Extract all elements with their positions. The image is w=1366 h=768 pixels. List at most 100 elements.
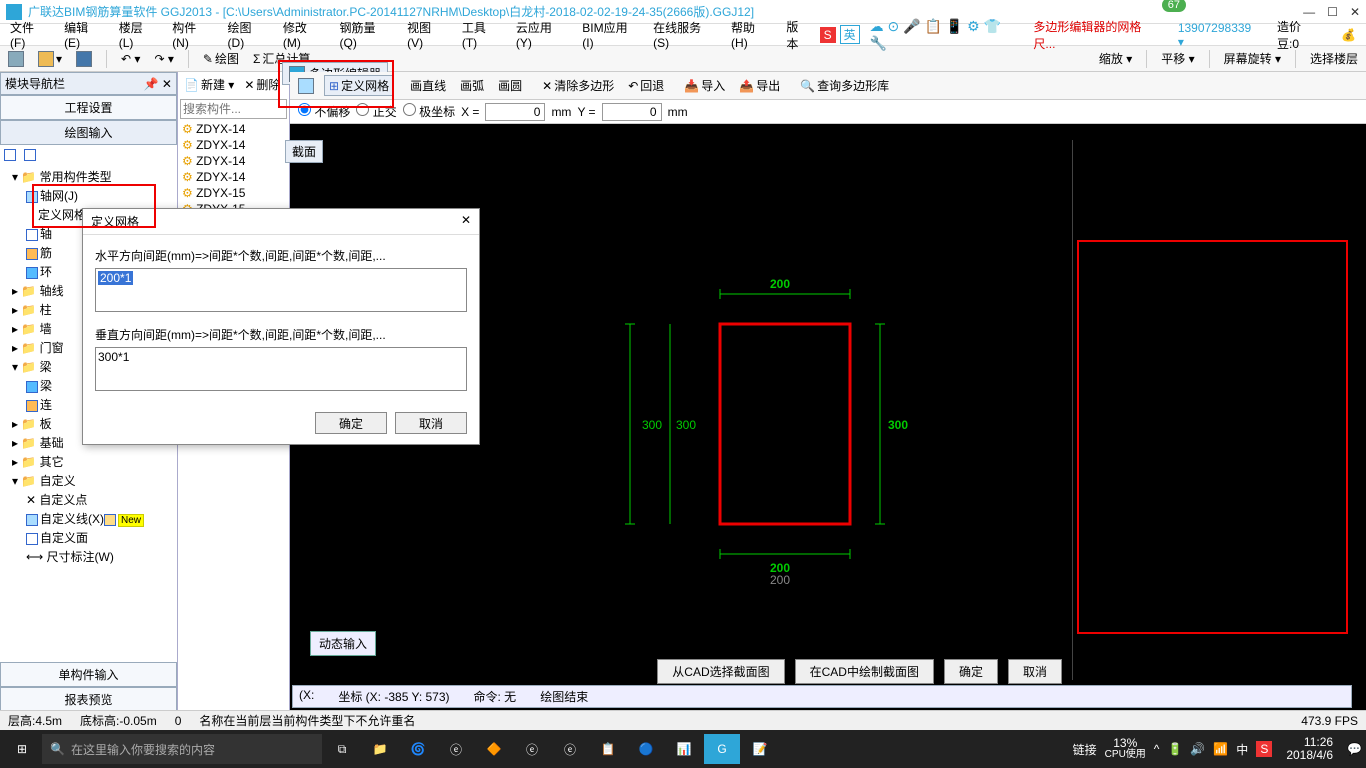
tray-notifications-icon[interactable]: 💬 [1347, 742, 1362, 756]
tray-battery-icon[interactable]: 🔋 [1167, 742, 1182, 756]
menu-modify[interactable]: 修改(M) [277, 17, 330, 52]
x-input[interactable] [485, 103, 545, 121]
select-floor-button[interactable]: 选择楼层 [1306, 48, 1362, 69]
dialog-cancel-button[interactable]: 取消 [395, 412, 467, 434]
h-spacing-input[interactable]: 200*1 [98, 271, 133, 285]
bottom-cancel-button[interactable]: 取消 [1008, 659, 1062, 684]
dialog-close-button[interactable]: ✕ [461, 213, 471, 230]
new-file-button[interactable] [4, 49, 28, 69]
project-settings-button[interactable]: 工程设置 [0, 95, 177, 120]
save-button[interactable] [72, 49, 96, 69]
tb-app6[interactable]: 🔵 [628, 734, 664, 764]
menu-version[interactable]: 版本 [780, 16, 815, 54]
poly-lib-button[interactable]: 🔍 查询多边形库 [796, 75, 893, 96]
menu-edit[interactable]: 编辑(E) [58, 17, 109, 52]
menu-rebar[interactable]: 钢筋量(Q) [334, 17, 398, 52]
tb-app5[interactable]: 📋 [590, 734, 626, 764]
import-button[interactable]: 📥 导入 [680, 75, 729, 96]
list-item[interactable]: ⚙ ZDYX-14 [178, 121, 289, 137]
tray-ime[interactable]: 中 [1236, 741, 1248, 758]
tray-up-icon[interactable]: ^ [1154, 742, 1160, 756]
menu-component[interactable]: 构件(N) [166, 17, 217, 52]
floor-height: 层高:4.5m [8, 712, 62, 729]
tb-app8[interactable]: G [704, 734, 740, 764]
tree-cpoint[interactable]: ✕ 自定义点 [2, 490, 175, 509]
tray-clock[interactable]: 11:262018/4/6 [1280, 736, 1339, 762]
undo-poly-button[interactable]: ↶ 回退 [624, 75, 668, 96]
tb-ie[interactable]: ⓔ [552, 734, 588, 764]
list-item[interactable]: ⚙ ZDYX-14 [178, 153, 289, 169]
undo-button[interactable]: ↶ ▾ [117, 50, 144, 68]
tray-volume-icon[interactable]: 🔊 [1190, 742, 1205, 756]
section-tab[interactable]: 截面 [285, 140, 323, 163]
tree-dim[interactable]: ⟷ 尺寸标注(W) [2, 547, 175, 566]
no-offset-radio[interactable]: 不偏移 [298, 103, 350, 120]
menu-help[interactable]: 帮助(H) [725, 17, 776, 52]
ortho-radio[interactable]: 正交 [356, 103, 396, 120]
export-button[interactable]: 📤 导出 [735, 75, 784, 96]
dynamic-input-button[interactable]: 动态输入 [310, 631, 376, 656]
tree-grid[interactable]: 轴网(J) [2, 186, 175, 205]
list-item[interactable]: ⚙ ZDYX-15 [178, 185, 289, 201]
dialog-ok-button[interactable]: 确定 [315, 412, 387, 434]
tree-custom[interactable]: ▾ 📁 自定义 [2, 471, 175, 490]
single-input-button[interactable]: 单构件输入 [0, 662, 177, 687]
delete-item-button[interactable]: ✕ 删除 [240, 74, 284, 95]
menu-bim[interactable]: BIM应用(I) [576, 17, 643, 52]
tb-app2[interactable]: 🌀 [400, 734, 436, 764]
list-item[interactable]: ⚙ ZDYX-14 [178, 169, 289, 185]
tb-app7[interactable]: 📊 [666, 734, 702, 764]
tree-cline[interactable]: 自定义线(X)New [2, 509, 175, 528]
menu-draw[interactable]: 绘图(D) [222, 17, 273, 52]
draw-circle-button[interactable]: 画圆 [494, 75, 526, 96]
zoom-dropdown[interactable]: 缩放 ▾ [1095, 48, 1136, 69]
new-item-button[interactable]: 📄 新建 ▾ [180, 74, 238, 95]
report-preview-button[interactable]: 报表预览 [0, 687, 177, 712]
menu-file[interactable]: 文件(F) [4, 17, 54, 52]
start-button[interactable]: ⊞ [4, 734, 40, 764]
task-view-button[interactable]: ⧉ [324, 734, 360, 764]
menu-view[interactable]: 视图(V) [401, 17, 452, 52]
draw-line-button[interactable]: 画直线 [406, 75, 450, 96]
from-cad-button[interactable]: 从CAD选择截面图 [657, 659, 784, 684]
polar-radio[interactable]: 极坐标 [403, 103, 455, 120]
menu-extra-icons[interactable]: ☁ ⊙ 🎤 📋 📱 ⚙ 👕 🔧 [864, 16, 1024, 54]
bottom-ok-button[interactable]: 确定 [944, 659, 998, 684]
tray-link[interactable]: 链接 [1073, 741, 1097, 758]
pan-dropdown[interactable]: 平移 ▾ [1157, 48, 1198, 69]
tb-app9[interactable]: 📝 [742, 734, 778, 764]
tree-tool-icons[interactable] [0, 145, 177, 165]
tb-app4[interactable]: ⓔ [514, 734, 550, 764]
menu-online[interactable]: 在线服务(S) [647, 17, 721, 52]
menu-tools[interactable]: 工具(T) [456, 17, 506, 52]
ime-icon[interactable]: S [820, 27, 836, 43]
tree-cface[interactable]: 自定义面 [2, 528, 175, 547]
clear-poly-button[interactable]: ✕ 清除多边形 [538, 75, 618, 96]
tree-common[interactable]: ▾ 📁 常用构件类型 [2, 167, 175, 186]
tb-app1[interactable]: 📁 [362, 734, 398, 764]
nav-pin-icon[interactable]: 📌 ✕ [144, 77, 172, 91]
draw-mode-button[interactable]: ✎ 绘图 [199, 48, 243, 69]
define-grid-button[interactable]: ⊞ 定义网格 [324, 75, 394, 96]
tb-edge[interactable]: ⓔ [438, 734, 474, 764]
list-item[interactable]: ⚙ ZDYX-14 [178, 137, 289, 153]
tb-app3[interactable]: 🔶 [476, 734, 512, 764]
menu-cloud[interactable]: 云应用(Y) [510, 17, 572, 52]
ime-lang[interactable]: 英 [840, 25, 860, 44]
tray-sogou-icon[interactable]: S [1256, 741, 1272, 757]
draw-arc-button[interactable]: 画弧 [456, 75, 488, 96]
y-input[interactable] [602, 103, 662, 121]
draw-input-button[interactable]: 绘图输入 [0, 120, 177, 145]
user-phone[interactable]: 13907298339 ▾ [1172, 19, 1263, 51]
copy-button[interactable] [294, 76, 318, 96]
taskbar-search[interactable]: 🔍 在这里输入你要搜索的内容 [42, 734, 322, 764]
in-cad-button[interactable]: 在CAD中绘制截面图 [795, 659, 934, 684]
tray-net-icon[interactable]: 📶 [1213, 742, 1228, 756]
open-file-button[interactable]: ▾ [34, 49, 66, 69]
search-input[interactable] [180, 99, 287, 119]
tree-other[interactable]: ▸ 📁 其它 [2, 452, 175, 471]
redo-button[interactable]: ↷ ▾ [150, 50, 177, 68]
rotate-dropdown[interactable]: 屏幕旋转 ▾ [1220, 48, 1285, 69]
v-spacing-input[interactable] [95, 347, 467, 391]
menu-floor[interactable]: 楼层(L) [113, 17, 162, 52]
